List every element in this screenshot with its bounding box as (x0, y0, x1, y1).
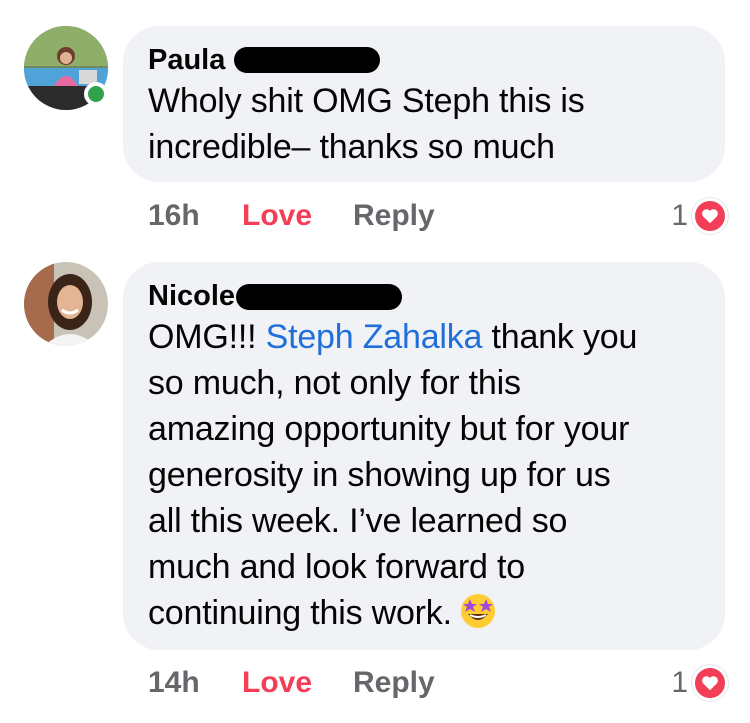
redacted-surname (236, 284, 402, 310)
comment-line: incredible– thanks so much (148, 128, 555, 166)
comment-line: all this week. I’ve learned so (148, 502, 568, 540)
love-button[interactable]: Love (242, 199, 312, 233)
comment-line: OMG!!! Steph Zahalka thank you (148, 318, 638, 356)
comment-line: generosity in showing up for us (148, 456, 611, 494)
mention-link[interactable]: Steph Zahalka (266, 318, 483, 356)
reaction-count: 1 (671, 666, 688, 699)
love-button[interactable]: Love (242, 666, 312, 700)
reply-button[interactable]: Reply (353, 199, 435, 233)
author-name[interactable]: Paula (148, 42, 699, 78)
comment-line: continuing this work. (148, 590, 699, 636)
comment-text: Wholy shit OMG Steph this is incredible–… (148, 78, 699, 170)
author-name[interactable]: Nicole (148, 278, 699, 314)
timestamp[interactable]: 14h (148, 666, 200, 700)
redacted-surname (234, 47, 380, 73)
reaction-summary[interactable]: 1 (671, 198, 728, 234)
comment-line: so much, not only for this (148, 364, 521, 402)
comment-bubble: Paula Wholy shit OMG Steph this is incre… (123, 26, 725, 182)
comment-text: OMG!!! Steph Zahalka thank you so much, … (148, 314, 699, 636)
heart-icon (692, 198, 728, 234)
reaction-summary[interactable]: 1 (671, 665, 728, 701)
avatar[interactable] (24, 262, 108, 346)
star-struck-emoji-icon (458, 590, 498, 630)
comment-bubble: Nicole OMG!!! Steph Zahalka thank you so… (123, 262, 725, 650)
online-status-icon (84, 82, 108, 106)
comment-line: amazing opportunity but for your (148, 410, 630, 448)
heart-icon (692, 665, 728, 701)
comment-line: much and look forward to (148, 548, 525, 586)
reply-button[interactable]: Reply (353, 666, 435, 700)
reaction-count: 1 (671, 199, 688, 232)
timestamp[interactable]: 16h (148, 199, 200, 233)
comment-line: Wholy shit OMG Steph this is (148, 82, 585, 120)
